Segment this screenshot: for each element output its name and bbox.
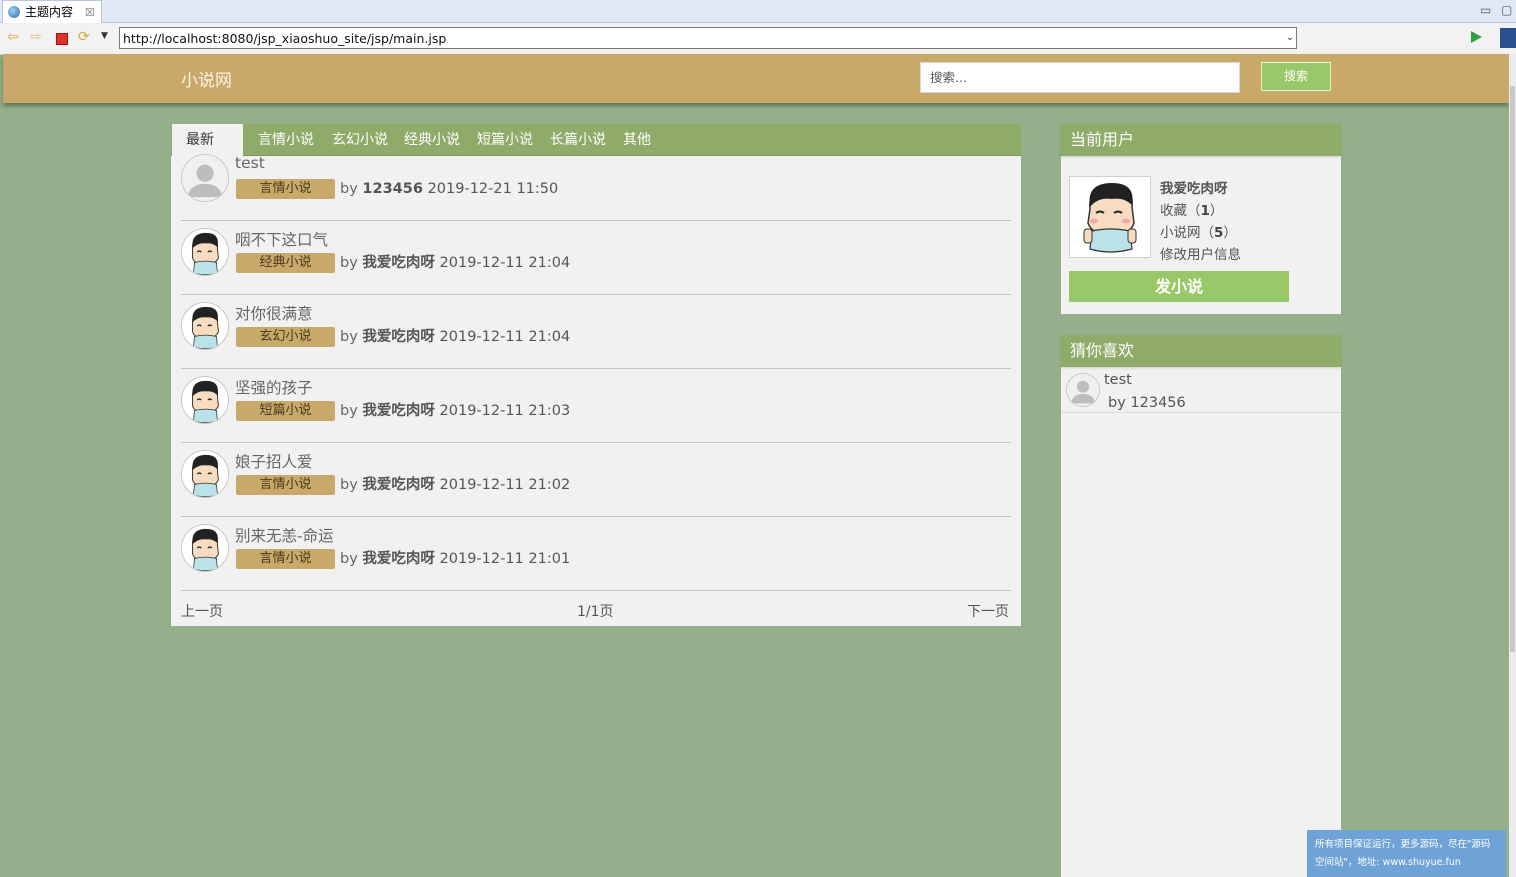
post-category-tag[interactable]: 言情小说 (236, 475, 335, 495)
novels-count: 5 (1214, 225, 1224, 241)
post-row[interactable]: 咽不下这口气 经典小说 by 我爱吃肉呀 2019-12-11 21:04 (181, 220, 1011, 295)
post-author[interactable]: 我爱吃肉呀 (362, 477, 435, 493)
recommend-item-author: by 123456 (1108, 395, 1186, 411)
post-title[interactable]: 坚强的孩子 (235, 376, 313, 398)
post-by: by (340, 329, 358, 345)
post-author[interactable]: 我爱吃肉呀 (362, 255, 435, 271)
recommend-heading: 猜你喜欢 (1061, 335, 1341, 367)
forward-icon[interactable]: ⇨ (30, 30, 42, 44)
post-title[interactable]: 娘子招人爱 (235, 450, 313, 472)
post-category-tag[interactable]: 经典小说 (236, 253, 335, 273)
post-title[interactable]: 对你很满意 (235, 302, 313, 324)
edit-profile-link[interactable]: 修改用户信息 (1160, 243, 1241, 263)
author-avatar[interactable] (181, 228, 229, 276)
refresh-icon[interactable]: ⟳ (78, 30, 90, 44)
favorites-close: ） (1209, 203, 1224, 219)
ad-banner[interactable]: 所有项目保证运行，更多源码，尽在"源码 空间站"，地址: www.shuyue.… (1307, 830, 1506, 877)
editor-tab-strip (0, 0, 1516, 23)
maximize-icon[interactable]: ▢ (1501, 3, 1512, 17)
post-author[interactable]: 我爱吃肉呀 (362, 329, 435, 345)
user-avatar[interactable] (1069, 176, 1151, 258)
post-by: by (340, 551, 358, 567)
post-author[interactable]: 123456 (362, 181, 423, 197)
post-row[interactable]: 别来无恙-命运 言情小说 by 我爱吃肉呀 2019-12-11 21:01 (181, 516, 1011, 591)
post-category-tag[interactable]: 玄幻小说 (236, 327, 335, 347)
post-author[interactable]: 我爱吃肉呀 (362, 551, 435, 567)
post-meta: by 我爱吃肉呀 2019-12-11 21:01 (340, 549, 570, 569)
stop-icon[interactable] (56, 33, 68, 45)
current-user-heading: 当前用户 (1061, 124, 1341, 156)
author-avatar[interactable] (181, 302, 229, 350)
author-avatar[interactable] (181, 376, 229, 424)
prev-page-link[interactable]: 上一页 (181, 601, 223, 621)
author-avatar[interactable] (181, 154, 229, 202)
close-tab-icon[interactable]: ☒ (85, 6, 95, 19)
post-time: 2019-12-21 11:50 (427, 181, 559, 197)
post-by: by (340, 403, 358, 419)
search-input[interactable]: 搜索... (920, 62, 1240, 93)
next-page-link[interactable]: 下一页 (967, 601, 1009, 621)
post-meta: by 123456 2019-12-21 11:50 (340, 179, 558, 199)
post-meta: by 我爱吃肉呀 2019-12-11 21:04 (340, 327, 570, 347)
cartoon-avatar-icon (1070, 177, 1150, 257)
post-by: by (340, 477, 358, 493)
ad-line-1: 所有项目保证运行，更多源码，尽在"源码 (1315, 839, 1491, 850)
recommend-item[interactable] (1061, 368, 1341, 413)
page-indicator: 1/1页 (577, 604, 614, 620)
favorites-link[interactable]: 收藏（1） (1160, 199, 1223, 219)
go-icon[interactable] (1471, 31, 1482, 43)
post-by: by (340, 255, 358, 271)
post-meta: by 我爱吃肉呀 2019-12-11 21:03 (340, 401, 570, 421)
author-avatar[interactable] (181, 524, 229, 572)
post-time: 2019-12-11 21:04 (439, 255, 571, 271)
back-icon[interactable]: ⇦ (7, 30, 19, 44)
recommend-item-title[interactable]: test (1104, 372, 1132, 388)
post-row[interactable]: test 言情小说 by 123456 2019-12-21 11:50 (181, 146, 1011, 221)
editor-tab-title: 主题内容 (25, 5, 74, 19)
perspective-icon[interactable] (1500, 28, 1516, 48)
default-avatar-icon (1066, 373, 1100, 407)
minimize-icon[interactable]: ▭ (1480, 3, 1491, 17)
post-category-tag[interactable]: 言情小说 (236, 179, 335, 199)
novels-close: ） (1223, 225, 1237, 241)
post-category-tag[interactable]: 短篇小说 (236, 401, 335, 421)
post-time: 2019-12-11 21:02 (439, 477, 571, 493)
favorites-label: 收藏（ (1160, 203, 1201, 219)
my-novels-link[interactable]: 小说网（5） (1160, 221, 1237, 241)
novels-label: 小说网（ (1160, 225, 1214, 241)
publish-novel-button[interactable]: 发小说 (1069, 271, 1289, 302)
editor-tab[interactable]: 主题内容 ☒ (2, 0, 102, 23)
globe-icon (8, 6, 20, 18)
post-title[interactable]: 咽不下这口气 (235, 228, 328, 250)
post-row[interactable]: 坚强的孩子 短篇小说 by 我爱吃肉呀 2019-12-11 21:03 (181, 368, 1011, 443)
post-title[interactable]: 别来无恙-命运 (235, 524, 334, 546)
author-avatar[interactable] (181, 450, 229, 498)
post-meta: by 我爱吃肉呀 2019-12-11 21:02 (340, 475, 570, 495)
post-time: 2019-12-11 21:04 (439, 329, 571, 345)
post-time: 2019-12-11 21:01 (439, 551, 571, 567)
dropdown-arrow-icon[interactable]: ▼ (101, 31, 108, 41)
post-row[interactable]: 娘子招人爱 言情小说 by 我爱吃肉呀 2019-12-11 21:02 (181, 442, 1011, 517)
post-by: by (340, 181, 358, 197)
address-bar[interactable]: http://localhost:8080/jsp_xiaoshuo_site/… (119, 27, 1297, 49)
ad-line-2: 空间站"，地址: www.shuyue.fun (1315, 857, 1461, 868)
post-category-tag[interactable]: 言情小说 (236, 549, 335, 569)
favorites-count: 1 (1200, 203, 1210, 219)
user-name: 我爱吃肉呀 (1160, 181, 1228, 197)
scrollbar-thumb[interactable] (1510, 86, 1515, 652)
post-title[interactable]: test (235, 154, 265, 172)
address-dropdown-icon[interactable]: ⌄ (1283, 27, 1297, 49)
post-meta: by 我爱吃肉呀 2019-12-11 21:04 (340, 253, 570, 273)
site-logo-title[interactable]: 小说网 (181, 66, 232, 91)
search-button[interactable]: 搜索 (1261, 62, 1331, 91)
post-time: 2019-12-11 21:03 (439, 403, 571, 419)
post-row[interactable]: 对你很满意 玄幻小说 by 我爱吃肉呀 2019-12-11 21:04 (181, 294, 1011, 369)
recommend-card (1061, 335, 1341, 877)
post-author[interactable]: 我爱吃肉呀 (362, 403, 435, 419)
